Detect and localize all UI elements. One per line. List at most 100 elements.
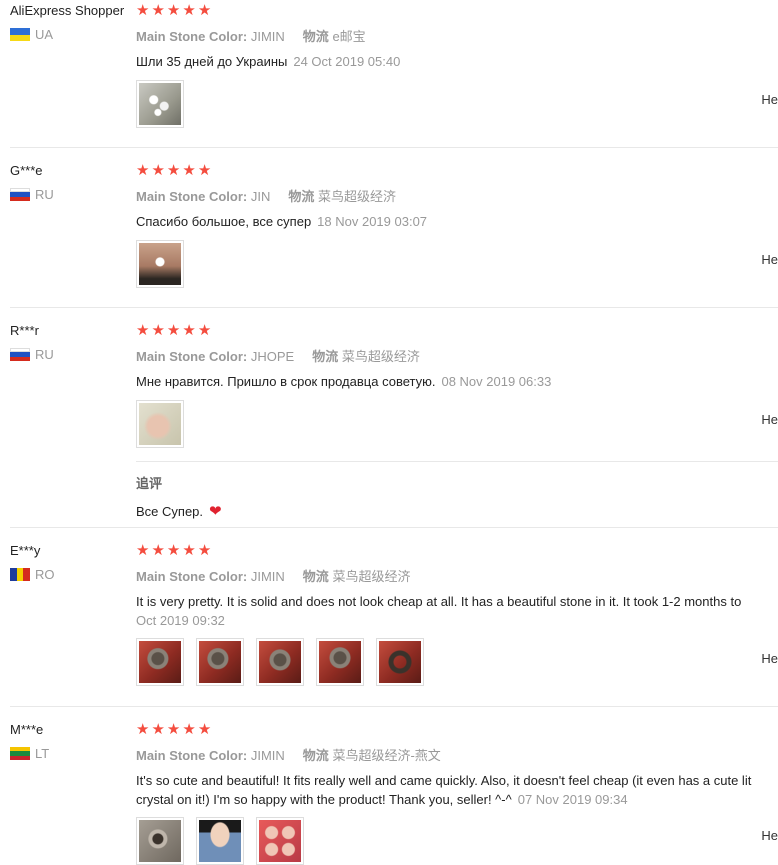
- followup-label: 追评: [136, 476, 163, 491]
- star-rating: ★ ★ ★ ★ ★: [136, 323, 778, 340]
- review-photo-thumbnail[interactable]: [136, 240, 184, 288]
- review-date: 24 Oct 2019 05:40: [293, 54, 401, 69]
- reviewer-name: G***e: [10, 163, 43, 178]
- review-item: M***e LT ★ ★ ★ ★ ★ Main Stone Color: JIMIN 物流…: [10, 707, 778, 865]
- review-text: Шли 35 дней до Украины 24 Oct 2019 05:40: [136, 54, 401, 69]
- star-icon: ★: [197, 2, 212, 19]
- star-icon: ★: [136, 322, 150, 339]
- star-icon: ★: [197, 542, 212, 559]
- review-photos: [136, 400, 778, 448]
- reviewer-info: M***e LT: [10, 722, 49, 761]
- review-photo-thumbnail[interactable]: [256, 817, 304, 865]
- review-date: Oct 2019 09:32: [136, 613, 225, 628]
- star-icon: ★: [166, 2, 181, 19]
- helpful-button[interactable]: He: [761, 252, 778, 267]
- review-date: 07 Nov 2019 09:34: [517, 792, 628, 807]
- review-photo-thumbnail[interactable]: [136, 817, 184, 865]
- review-content: ★ ★ ★ ★ ★ Main Stone Color: JIMIN 物流 e邮宝 Шли …: [136, 3, 778, 128]
- reviewer-name: AliExpress Shopper: [10, 3, 125, 18]
- review-item: R***r RU ★ ★ ★ ★ ★ Main Stone Color: JHOPE 物流…: [10, 308, 778, 528]
- heart-icon: ❤: [209, 503, 222, 520]
- review-meta: Main Stone Color: JHOPE 物流 菜鸟超级经济: [136, 349, 420, 364]
- star-rating: ★ ★ ★ ★ ★: [136, 3, 778, 20]
- reviewer-name: E***y: [10, 543, 41, 558]
- reviewer-country: RU: [10, 347, 54, 362]
- ukraine-flag-icon: [10, 28, 30, 41]
- star-icon: ★: [136, 2, 150, 19]
- review-photo-thumbnail[interactable]: [196, 638, 244, 686]
- helpful-button[interactable]: He: [761, 651, 778, 666]
- review-text-continued: crystal on it!) I'm so happy with the pr…: [136, 792, 628, 807]
- review-content: ★ ★ ★ ★ ★ Main Stone Color: JIMIN 物流 菜鸟超级经济-燕…: [136, 722, 778, 865]
- reviewer-country: LT: [10, 746, 49, 761]
- star-icon: ★: [182, 162, 196, 179]
- star-icon: ★: [197, 322, 212, 339]
- review-meta: Main Stone Color: JIMIN 物流 e邮宝: [136, 29, 366, 44]
- review-photos: [136, 80, 778, 128]
- star-icon: ★: [151, 721, 165, 738]
- star-icon: ★: [136, 542, 150, 559]
- review-meta: Main Stone Color: JIN 物流 菜鸟超级经济: [136, 189, 396, 204]
- review-photo-thumbnail[interactable]: [136, 400, 184, 448]
- review-content: ★ ★ ★ ★ ★ Main Stone Color: JIMIN 物流 菜鸟超级经济 I…: [136, 543, 778, 686]
- helpful-button[interactable]: He: [761, 412, 778, 427]
- star-icon: ★: [136, 162, 150, 179]
- star-icon: ★: [151, 2, 165, 19]
- reviewer-name: M***e: [10, 722, 44, 737]
- star-icon: ★: [166, 721, 181, 738]
- review-meta: Main Stone Color: JIMIN 物流 菜鸟超级经济-燕文: [136, 748, 441, 763]
- review-photos: [136, 638, 778, 686]
- reviewer-country: UA: [10, 27, 124, 42]
- star-icon: ★: [151, 322, 165, 339]
- review-text: It is very pretty. It is solid and does …: [136, 594, 742, 609]
- followup-review: 追评 Все Супер. ❤: [136, 461, 778, 520]
- star-icon: ★: [182, 542, 196, 559]
- review-text: Спасибо большое, все супер 18 Nov 2019 03…: [136, 214, 428, 229]
- review-photo-thumbnail[interactable]: [196, 817, 244, 865]
- star-icon: ★: [166, 322, 181, 339]
- reviewer-info: AliExpress Shopper UA: [10, 3, 124, 42]
- review-item: G***e RU ★ ★ ★ ★ ★ Main Stone Color: JIN 物流 菜…: [10, 148, 778, 308]
- review-content: ★ ★ ★ ★ ★ Main Stone Color: JIN 物流 菜鸟超级经济 Спа…: [136, 163, 778, 288]
- reviewer-info: R***r RU: [10, 323, 54, 362]
- star-icon: ★: [197, 721, 212, 738]
- star-rating: ★ ★ ★ ★ ★: [136, 163, 778, 180]
- review-text: It's so cute and beautiful! It fits real…: [136, 773, 752, 788]
- russia-flag-icon: [10, 348, 30, 361]
- star-icon: ★: [151, 542, 165, 559]
- review-photo-thumbnail[interactable]: [256, 638, 304, 686]
- review-text: Мне нравится. Пришло в срок продавца сов…: [136, 374, 552, 389]
- helpful-button[interactable]: He: [761, 92, 778, 107]
- star-icon: ★: [197, 162, 212, 179]
- star-icon: ★: [166, 162, 181, 179]
- star-rating: ★ ★ ★ ★ ★: [136, 722, 778, 739]
- helpful-button[interactable]: He: [761, 828, 778, 843]
- lithuania-flag-icon: [10, 747, 30, 760]
- reviewer-info: G***e RU: [10, 163, 54, 202]
- star-icon: ★: [136, 721, 150, 738]
- review-photos: [136, 817, 778, 865]
- star-rating: ★ ★ ★ ★ ★: [136, 543, 778, 560]
- reviewer-name: R***r: [10, 323, 39, 338]
- review-date: 18 Nov 2019 03:07: [317, 214, 428, 229]
- review-photo-thumbnail[interactable]: [376, 638, 424, 686]
- star-icon: ★: [166, 542, 181, 559]
- review-photos: [136, 240, 778, 288]
- review-date: 08 Nov 2019 06:33: [441, 374, 552, 389]
- star-icon: ★: [182, 322, 196, 339]
- russia-flag-icon: [10, 188, 30, 201]
- review-item: E***y RO ★ ★ ★ ★ ★ Main Stone Color: JIMIN 物流…: [10, 528, 778, 707]
- review-photo-thumbnail[interactable]: [316, 638, 364, 686]
- reviewer-country: RO: [10, 567, 55, 582]
- star-icon: ★: [182, 2, 196, 19]
- star-icon: ★: [151, 162, 165, 179]
- reviewer-info: E***y RO: [10, 543, 55, 582]
- review-meta: Main Stone Color: JIMIN 物流 菜鸟超级经济: [136, 569, 411, 584]
- review-photo-thumbnail[interactable]: [136, 638, 184, 686]
- review-content: ★ ★ ★ ★ ★ Main Stone Color: JHOPE 物流 菜鸟超级经济 М…: [136, 323, 778, 448]
- review-item: AliExpress Shopper UA ★ ★ ★ ★ ★ Main Stone C…: [10, 0, 778, 148]
- review-photo-thumbnail[interactable]: [136, 80, 184, 128]
- reviewer-country: RU: [10, 187, 54, 202]
- romania-flag-icon: [10, 568, 30, 581]
- followup-text: Все Супер. ❤: [136, 503, 222, 520]
